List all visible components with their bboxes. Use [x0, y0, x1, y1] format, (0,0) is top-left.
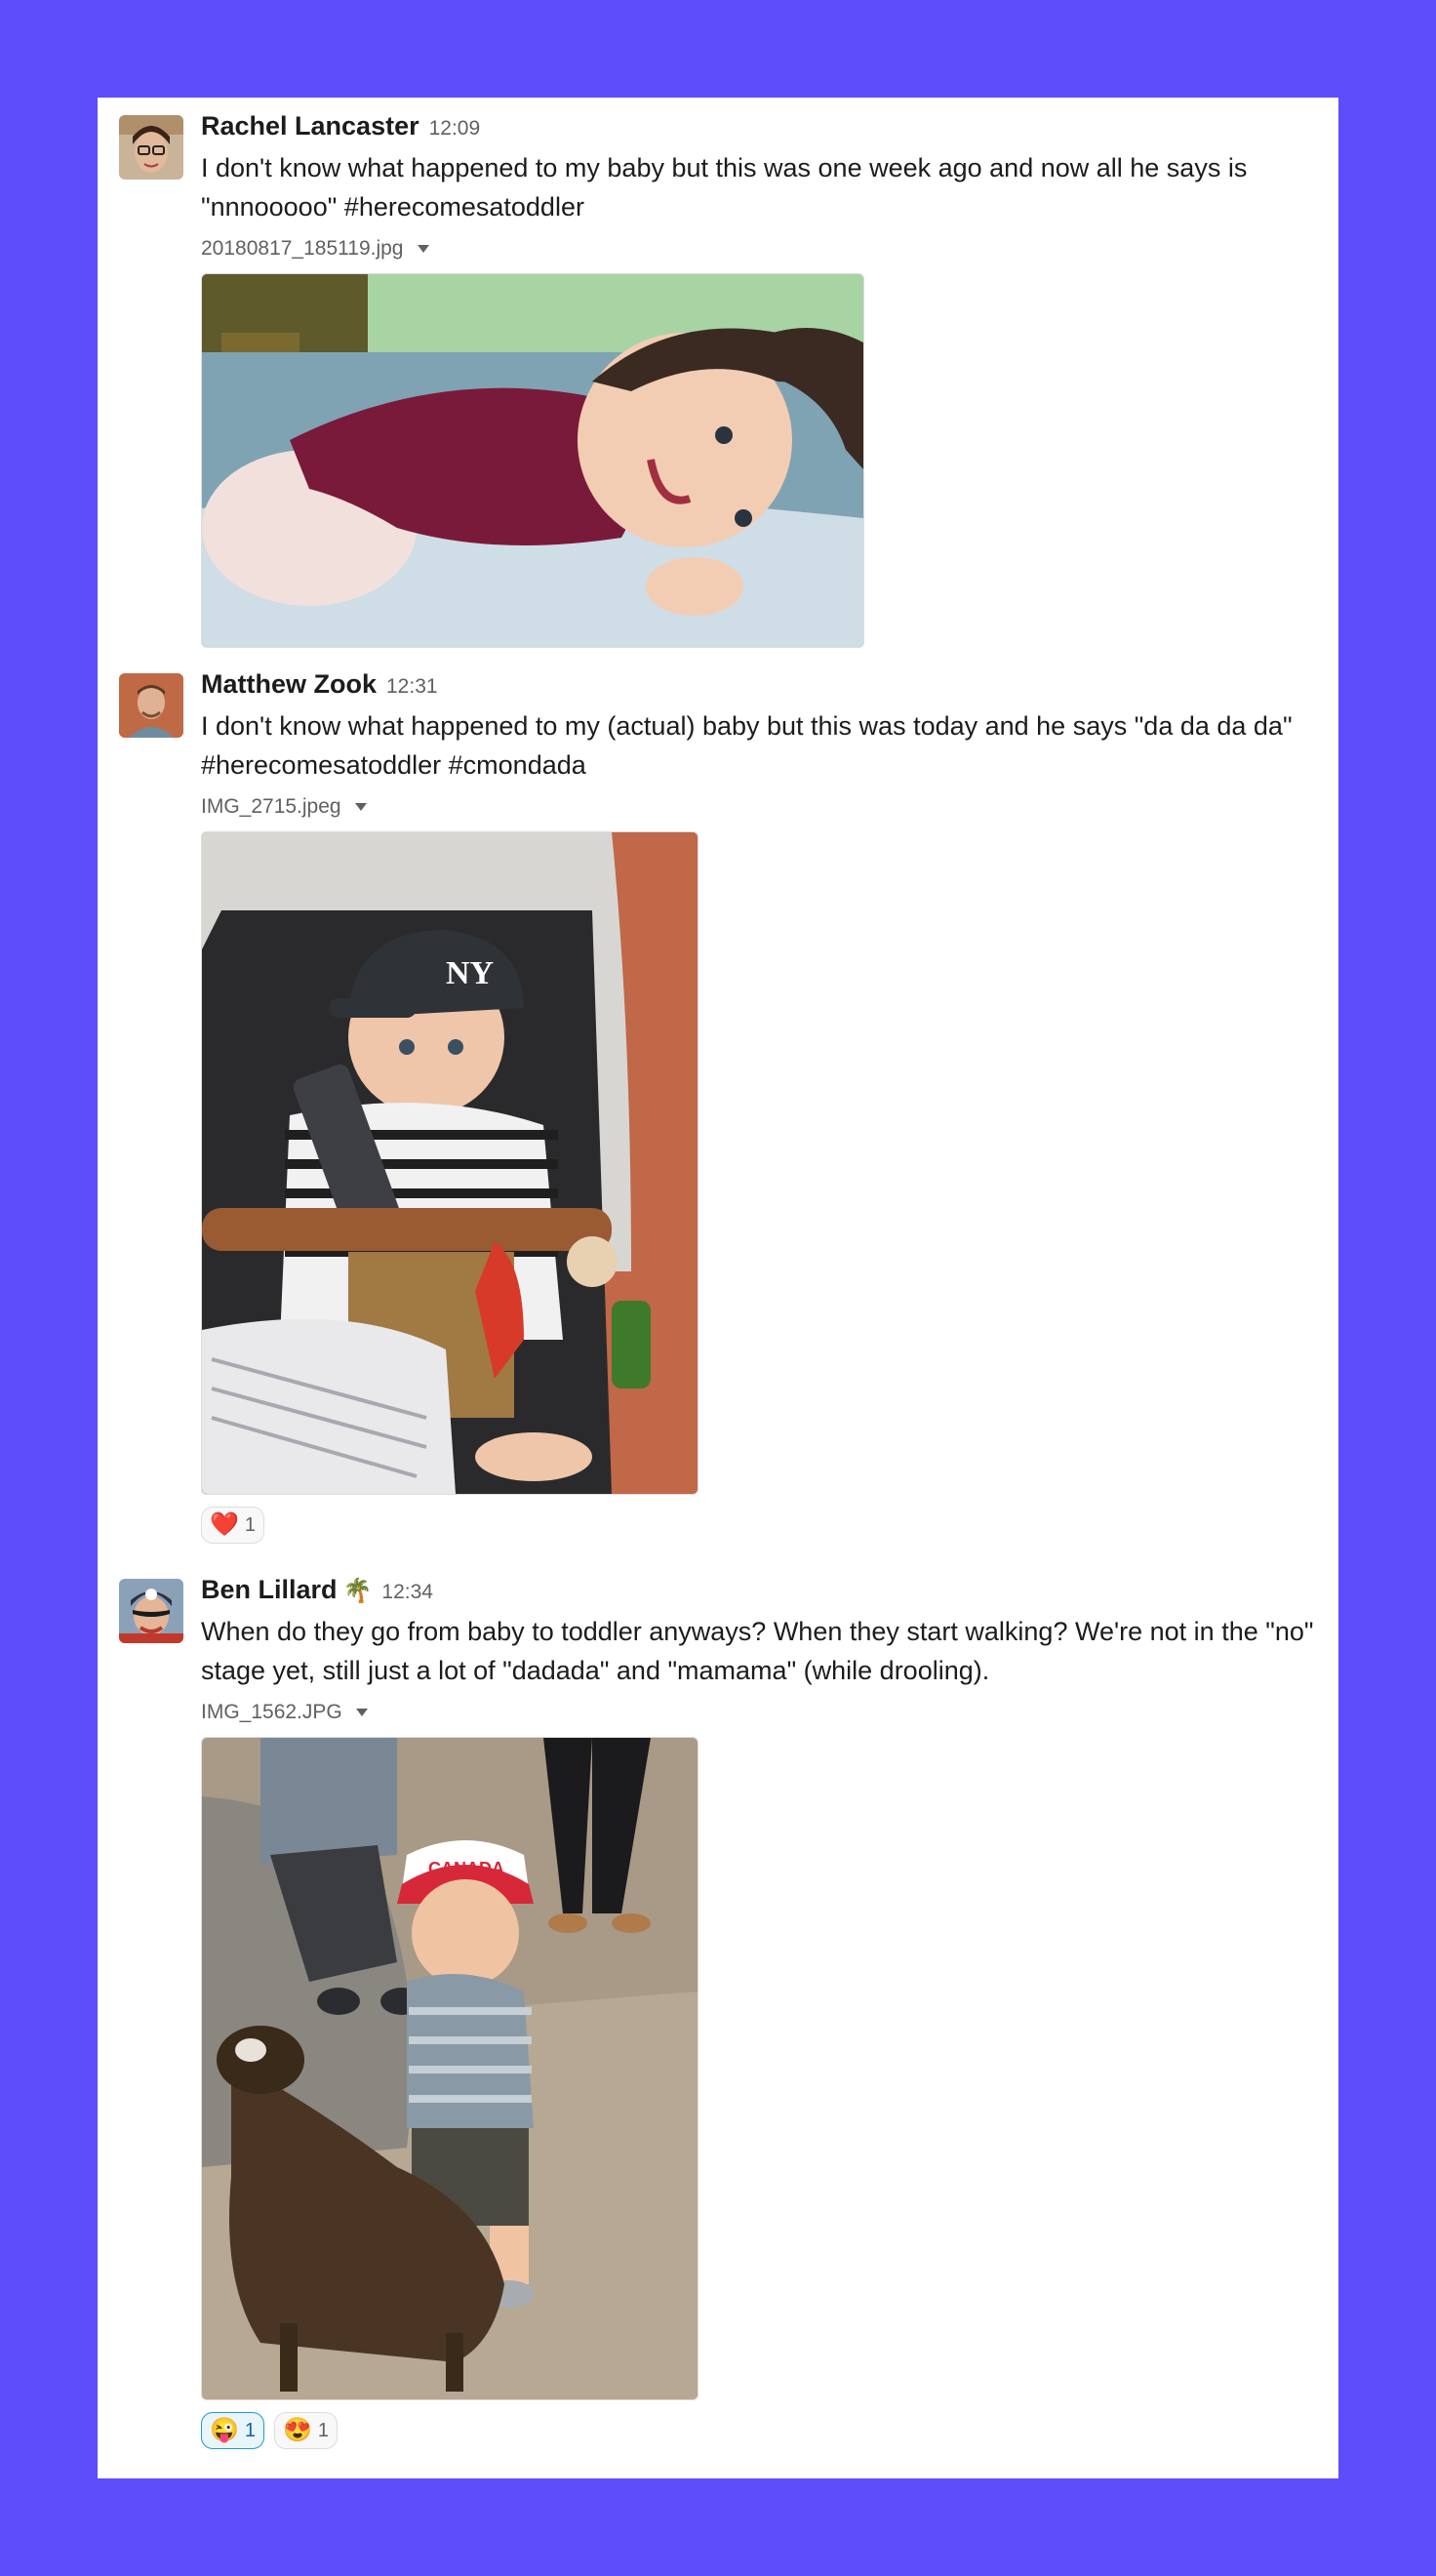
avatar[interactable] [119, 673, 183, 738]
timestamp[interactable]: 12:09 [429, 117, 481, 141]
image-attachment[interactable]: NY [201, 831, 698, 1495]
file-name: 20180817_185119.jpg [201, 237, 404, 260]
reactions-bar: ❤️ 1 [201, 1507, 1325, 1544]
image-attachment[interactable] [201, 273, 864, 648]
message-list: Rachel Lancaster 12:09 I don't know what… [98, 98, 1338, 2478]
reaction-count: 1 [244, 1513, 257, 1536]
author-name[interactable]: Rachel Lancaster [201, 111, 419, 141]
avatar[interactable] [119, 1579, 183, 1643]
author-name[interactable]: Ben Lillard [201, 1575, 338, 1605]
message-text: When do they go from baby to toddler any… [201, 1617, 1314, 1685]
heart-icon: ❤️ [210, 1511, 239, 1538]
message-text: I don't know what happened to my (actual… [201, 711, 1293, 780]
caret-down-icon [417, 245, 429, 253]
file-name-dropdown[interactable]: 20180817_185119.jpg [201, 232, 1325, 265]
reaction-heart-eyes[interactable]: 😍 1 [274, 2412, 339, 2449]
reaction-count: 1 [244, 2419, 257, 2441]
image-attachment[interactable]: CANADA [201, 1737, 698, 2400]
message-text: I don't know what happened to my baby bu… [201, 153, 1248, 221]
file-name: IMG_2715.jpeg [201, 795, 341, 818]
reaction-wink-tongue[interactable]: 😜 1 [201, 2412, 265, 2449]
caret-down-icon [354, 803, 367, 811]
author-name[interactable]: Matthew Zook [201, 669, 377, 700]
heart-eyes-face-icon: 😍 [283, 2417, 312, 2443]
palm-tree-icon[interactable]: 🌴 [343, 1577, 373, 1605]
file-name-dropdown[interactable]: IMG_2715.jpeg [201, 790, 1325, 824]
reactions-bar: 😜 1 😍 1 [201, 2412, 1325, 2449]
file-name: IMG_1562.JPG [201, 1701, 342, 1723]
timestamp[interactable]: 12:31 [386, 675, 438, 699]
caret-down-icon [355, 1709, 368, 1716]
timestamp[interactable]: 12:34 [381, 1581, 433, 1604]
reaction-count: 1 [317, 2419, 330, 2441]
svg-text:CANADA: CANADA [428, 1859, 504, 1878]
avatar[interactable] [119, 115, 183, 180]
file-name-dropdown[interactable]: IMG_1562.JPG [201, 1696, 1325, 1729]
winking-tongue-face-icon: 😜 [210, 2417, 239, 2443]
reaction-heart[interactable]: ❤️ 1 [201, 1507, 265, 1544]
svg-text:NY: NY [446, 955, 494, 991]
